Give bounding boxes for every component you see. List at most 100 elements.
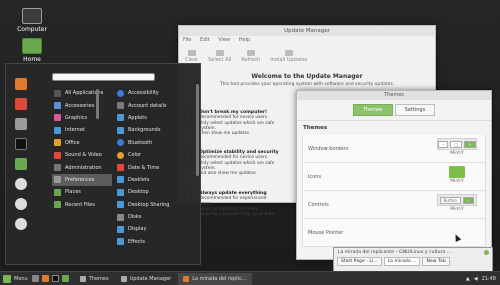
app-item[interactable]: Backgrounds	[115, 124, 199, 136]
policy-option-1[interactable]: Don't break my computer! Recommended for…	[183, 110, 279, 136]
quick-launch	[31, 275, 69, 282]
menu-file[interactable]: File	[183, 37, 191, 43]
category-scrollbar[interactable]	[96, 89, 99, 119]
update-manager-title: Update Manager	[284, 28, 330, 34]
power-icon[interactable]	[15, 218, 27, 230]
volume-icon[interactable]: ◀	[474, 276, 478, 282]
window-borders-row[interactable]: Window borders – □ × Mint-Y	[302, 135, 486, 163]
category-item[interactable]: Internet	[52, 124, 112, 136]
task-firefox[interactable]: La mirada del replic...	[178, 272, 252, 285]
app-item[interactable]: Desktop Sharing	[115, 199, 199, 211]
themes-icon	[79, 275, 86, 282]
preview-title: La mirada del replicante – GNU/Linux y c…	[338, 250, 452, 255]
window-borders-preview[interactable]: – □ × Mint-Y	[437, 138, 477, 158]
category-item[interactable]: Office	[52, 137, 112, 149]
install-icon	[284, 50, 293, 56]
files-icon[interactable]	[15, 158, 27, 170]
home-label: Home	[23, 56, 41, 63]
preview-tabs: Start Page - Li... La mirada ... New Tab	[334, 257, 492, 266]
welcome-subtitle: This tool provides your operating system…	[219, 82, 395, 87]
app-item[interactable]: Desktop	[115, 186, 199, 198]
app-item[interactable]: Applets	[115, 112, 199, 124]
update-manager-titlebar[interactable]: Update Manager	[179, 26, 435, 36]
logout-icon[interactable]	[15, 198, 27, 210]
browser-tab[interactable]: New Tab	[422, 257, 450, 266]
themes-window: Themes Themes Settings Themes Window bor…	[296, 90, 492, 260]
favorites-column	[12, 78, 30, 238]
desktop-background: Computer Home Update Manager File Edit V…	[0, 0, 500, 285]
settings-icon[interactable]	[15, 118, 27, 130]
firefox-icon[interactable]	[15, 78, 27, 90]
controls-row[interactable]: Controls Button ✓ Mint-Y	[302, 191, 486, 219]
folder-icon	[449, 166, 465, 178]
browser-tab[interactable]: La mirada ...	[383, 257, 421, 266]
computer-desktop-icon[interactable]: Computer	[14, 8, 50, 33]
app-item[interactable]: Disks	[115, 211, 199, 223]
icons-row[interactable]: Icons Mint-Y	[302, 163, 486, 191]
firefox-icon	[183, 275, 190, 282]
terminal-icon[interactable]	[51, 275, 59, 282]
policy-option-2[interactable]: Optimize stability and security Recommen…	[183, 150, 279, 176]
menu-edit[interactable]: Edit	[200, 37, 210, 43]
category-item[interactable]: Places	[52, 186, 112, 198]
app-item[interactable]: Desklets	[115, 174, 199, 186]
icons-preview[interactable]: Mint-Y	[437, 166, 477, 186]
category-item[interactable]: Recent Files	[52, 199, 112, 211]
tab-settings[interactable]: Settings	[394, 104, 436, 116]
lock-screen-icon[interactable]	[15, 178, 27, 190]
themes-titlebar[interactable]: Themes	[297, 91, 491, 100]
themes-tabs: Themes Settings	[297, 100, 491, 120]
task-themes[interactable]: Themes	[75, 273, 114, 285]
browser-tab[interactable]: Start Page - Li...	[337, 257, 382, 266]
clock[interactable]: 21:48	[482, 276, 496, 282]
clear-button[interactable]: Clear	[185, 50, 198, 63]
policy-option-3[interactable]: Always update everything Recommended for…	[183, 191, 279, 217]
network-icon[interactable]: ▲	[466, 276, 470, 282]
home-folder-icon	[22, 38, 42, 54]
category-item[interactable]: Preferences	[52, 173, 112, 187]
terminal-icon[interactable]	[15, 138, 27, 150]
software-manager-icon[interactable]	[15, 98, 27, 110]
category-item[interactable]: Graphics	[52, 112, 112, 124]
show-desktop-icon[interactable]	[31, 275, 39, 282]
category-item[interactable]: Accessories	[52, 99, 112, 111]
welcome-title: Welcome to the Update Manager	[251, 73, 363, 80]
task-update-manager[interactable]: Update Manager	[116, 273, 177, 285]
install-updates-button[interactable]: Install Updates	[270, 50, 308, 63]
app-item[interactable]: Color	[115, 149, 199, 161]
menu-button[interactable]: Menu	[0, 274, 32, 283]
themes-heading: Themes	[297, 120, 491, 135]
select-all-icon	[215, 50, 224, 56]
update-manager-menubar: File Edit View Help	[179, 36, 435, 45]
clear-icon	[187, 50, 196, 56]
app-item[interactable]: Bluetooth	[115, 137, 199, 149]
category-item[interactable]: Administration	[52, 161, 112, 173]
mint-logo-icon	[3, 274, 11, 283]
app-list-scrollbar[interactable]	[196, 84, 199, 176]
menu-help[interactable]: Help	[239, 37, 250, 43]
menu-search-input[interactable]	[52, 73, 155, 81]
application-list: Accessibility Account details Applets Ba…	[115, 87, 199, 248]
application-menu: All Applications Accessories Graphics In…	[5, 63, 201, 265]
shield-icon	[120, 275, 127, 282]
close-icon[interactable]	[484, 250, 489, 255]
category-item[interactable]: Sound & Video	[52, 149, 112, 161]
app-item[interactable]: Display	[115, 223, 199, 235]
app-item[interactable]: Date & Time	[115, 161, 199, 173]
system-tray: ▲ ◀ 21:48	[466, 276, 500, 282]
firefox-icon[interactable]	[41, 275, 49, 282]
category-item[interactable]: All Applications	[52, 87, 112, 99]
tab-themes[interactable]: Themes	[352, 104, 393, 116]
files-icon[interactable]	[61, 275, 69, 282]
app-item[interactable]: Accessibility	[115, 87, 199, 99]
select-all-button[interactable]: Select All	[208, 50, 231, 63]
menu-view[interactable]: View	[218, 37, 230, 43]
refresh-button[interactable]: Refresh	[241, 50, 260, 63]
app-item[interactable]: Account details	[115, 99, 199, 111]
app-item[interactable]: Effects	[115, 236, 199, 248]
firefox-window-preview[interactable]: La mirada del replicante – GNU/Linux y c…	[333, 247, 493, 272]
welcome-panel: Welcome to the Update Manager This tool …	[179, 63, 435, 87]
taskbar: Menu Themes Update Manager La mirada del…	[0, 271, 500, 285]
controls-preview[interactable]: Button ✓ Mint-Y	[437, 194, 477, 214]
home-desktop-icon[interactable]: Home	[14, 38, 50, 63]
